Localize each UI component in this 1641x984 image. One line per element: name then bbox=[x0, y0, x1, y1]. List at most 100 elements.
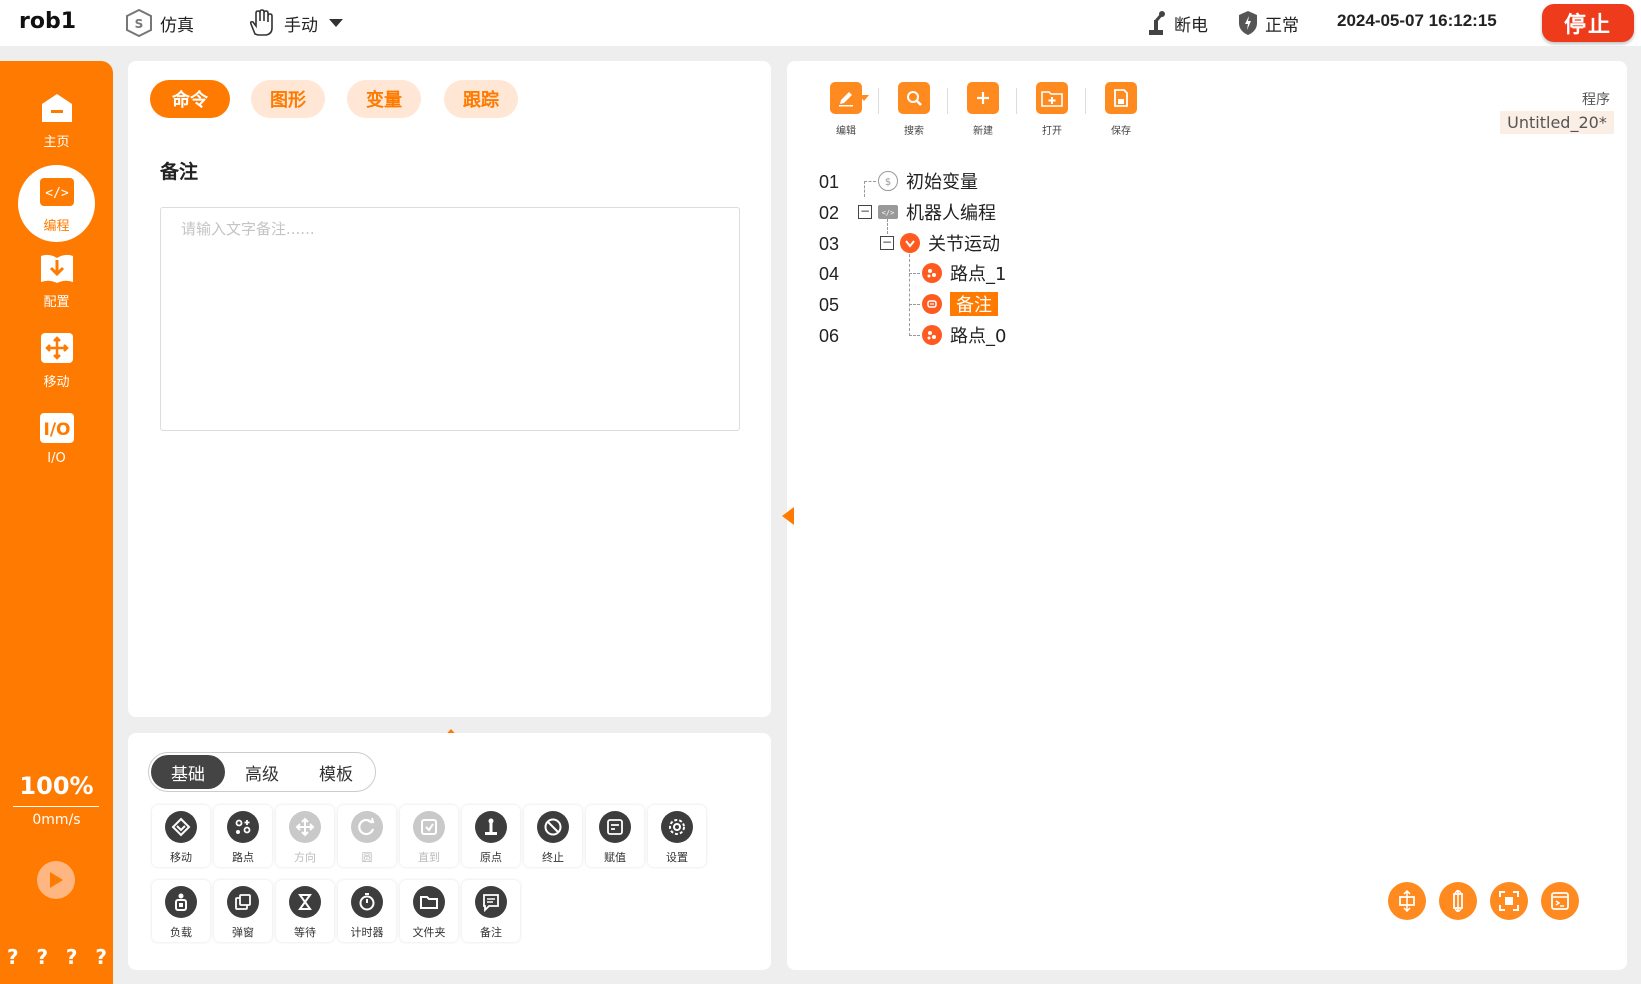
top-bar: rob1 S 仿真 手动 断电 正常 2024-05-07 16:12:15 停… bbox=[0, 0, 1641, 46]
save-doc-icon bbox=[1105, 82, 1137, 114]
manual-mode-dropdown[interactable]: 手动 bbox=[246, 8, 350, 38]
cmd-origin[interactable]: 原点 bbox=[462, 805, 520, 867]
cmd-timer[interactable]: 计时器 bbox=[338, 880, 396, 942]
shield-bolt-icon bbox=[1239, 11, 1257, 35]
cmd-move[interactable]: 移动 bbox=[152, 805, 210, 867]
power-label: 断电 bbox=[1174, 15, 1208, 36]
toolbar-search[interactable]: 搜索 bbox=[889, 82, 939, 137]
waypoint-icon bbox=[922, 325, 942, 345]
hourglass-icon bbox=[289, 886, 321, 918]
assign-icon bbox=[599, 811, 631, 843]
line-number: 02 bbox=[819, 203, 840, 223]
segment-template[interactable]: 模板 bbox=[299, 755, 373, 789]
toolbar-new[interactable]: 新建 bbox=[958, 82, 1008, 137]
program-name[interactable]: Untitled_20* bbox=[1500, 111, 1614, 134]
tree-node-joint-motion[interactable]: 关节运动 bbox=[900, 230, 1000, 256]
tab-command[interactable]: 命令 bbox=[150, 80, 230, 118]
toolbar-separator bbox=[947, 88, 948, 114]
cmd-circle[interactable]: 圆 bbox=[338, 805, 396, 867]
search-doc-icon bbox=[898, 82, 930, 114]
code-block-icon: </> bbox=[878, 205, 898, 219]
sidebar-item-home[interactable]: 主页 bbox=[0, 91, 113, 150]
cmd-assign[interactable]: 赋值 bbox=[586, 805, 644, 867]
cmd-label: 圆 bbox=[361, 851, 373, 864]
sidebar-item-label: 编程 bbox=[43, 219, 70, 234]
sidebar-item-config[interactable]: 配置 bbox=[0, 251, 113, 310]
expand-vertical-icon bbox=[1453, 890, 1463, 912]
sidebar-item-move[interactable]: 移动 bbox=[0, 331, 113, 390]
help-2[interactable]: ? bbox=[36, 945, 48, 969]
cmd-popup[interactable]: 弹窗 bbox=[214, 880, 272, 942]
collapse-left-arrow-icon[interactable] bbox=[782, 507, 794, 525]
line-number: 06 bbox=[819, 326, 840, 346]
open-folder-icon bbox=[1036, 82, 1068, 114]
tab-graphics[interactable]: 图形 bbox=[251, 80, 325, 118]
expander-joint-motion[interactable]: − bbox=[880, 236, 894, 250]
cmd-wait[interactable]: 等待 bbox=[276, 880, 334, 942]
toolbar-edit[interactable]: 编辑 bbox=[821, 82, 871, 137]
script-view-button[interactable] bbox=[1541, 882, 1579, 920]
tree-node-init-vars[interactable]: $ 初始变量 bbox=[878, 168, 978, 194]
toolbar-label: 新建 bbox=[973, 126, 993, 137]
toolbar-separator bbox=[878, 88, 879, 114]
chevron-down-icon bbox=[329, 19, 343, 27]
expand-vertical-button[interactable] bbox=[1439, 882, 1477, 920]
segment-basic[interactable]: 基础 bbox=[151, 755, 225, 789]
origin-icon bbox=[475, 811, 507, 843]
variable-icon: $ bbox=[878, 171, 898, 191]
cmd-payload[interactable]: 负载 bbox=[152, 880, 210, 942]
play-button[interactable] bbox=[37, 861, 75, 899]
segment-advanced[interactable]: 高级 bbox=[225, 755, 299, 789]
program-label: 程序 bbox=[1582, 92, 1610, 108]
tree-node-label: 初始变量 bbox=[906, 172, 978, 193]
circle-arrow-icon bbox=[351, 811, 383, 843]
sidebar-item-label: I/O bbox=[47, 451, 66, 466]
code-icon: </> bbox=[39, 175, 75, 209]
toolbar-save[interactable]: 保存 bbox=[1096, 82, 1146, 137]
cmd-settings[interactable]: 设置 bbox=[648, 805, 706, 867]
stop-button[interactable]: 停止 bbox=[1542, 4, 1634, 42]
cmd-waypoint[interactable]: 路点 bbox=[214, 805, 272, 867]
robot-name[interactable]: rob1 bbox=[19, 9, 76, 34]
tree-node-label: 关节运动 bbox=[928, 234, 1000, 255]
simulation-mode[interactable]: S 仿真 bbox=[124, 8, 194, 38]
cmd-direction[interactable]: 方向 bbox=[276, 805, 334, 867]
sidebar-item-io[interactable]: I/O I/O bbox=[0, 411, 113, 466]
power-status: 断电 bbox=[1146, 8, 1208, 38]
cmd-label: 方向 bbox=[294, 851, 316, 864]
sidebar: 主页 </> 编程 配置 移动 I/O I/O 100% 0mm/s ? ? ?… bbox=[0, 61, 113, 984]
cmd-comment[interactable]: 备注 bbox=[462, 880, 520, 942]
tree-node-comment[interactable]: 备注 bbox=[922, 291, 998, 317]
cmd-label: 弹窗 bbox=[232, 926, 254, 939]
sidebar-item-programming[interactable]: </> 编程 bbox=[0, 165, 113, 242]
expander-robot-program[interactable]: − bbox=[858, 205, 872, 219]
speed-percent[interactable]: 100% bbox=[0, 772, 113, 800]
program-panel bbox=[787, 61, 1627, 970]
tab-trace[interactable]: 跟踪 bbox=[444, 80, 518, 118]
edit-pencil-icon bbox=[830, 82, 862, 114]
tab-variables[interactable]: 变量 bbox=[347, 80, 421, 118]
simulation-label: 仿真 bbox=[160, 15, 194, 36]
cmd-label: 直到 bbox=[418, 851, 440, 864]
cmd-until[interactable]: 直到 bbox=[400, 805, 458, 867]
toolbar-open[interactable]: 打开 bbox=[1027, 82, 1077, 137]
stop-circle-icon bbox=[537, 811, 569, 843]
cmd-label: 设置 bbox=[666, 851, 688, 864]
cmd-label: 等待 bbox=[294, 926, 316, 939]
help-4[interactable]: ? bbox=[95, 945, 107, 969]
cmd-label: 原点 bbox=[480, 851, 502, 864]
tree-node-waypoint-1[interactable]: 路点_1 bbox=[922, 260, 1006, 286]
note-textarea[interactable] bbox=[160, 207, 740, 431]
fit-view-button[interactable] bbox=[1490, 882, 1528, 920]
comment-icon bbox=[475, 886, 507, 918]
move-arrows-icon bbox=[39, 331, 75, 365]
toolbar-label: 打开 bbox=[1042, 126, 1062, 137]
tree-node-waypoint-0[interactable]: 路点_0 bbox=[922, 322, 1006, 348]
cmd-folder[interactable]: 文件夹 bbox=[400, 880, 458, 942]
cmd-terminate[interactable]: 终止 bbox=[524, 805, 582, 867]
tree-node-robot-program[interactable]: </> 机器人编程 bbox=[878, 199, 996, 225]
expand-horizontal-button[interactable] bbox=[1388, 882, 1426, 920]
help-3[interactable]: ? bbox=[66, 945, 78, 969]
line-number: 01 bbox=[819, 172, 840, 192]
help-1[interactable]: ? bbox=[7, 945, 19, 969]
